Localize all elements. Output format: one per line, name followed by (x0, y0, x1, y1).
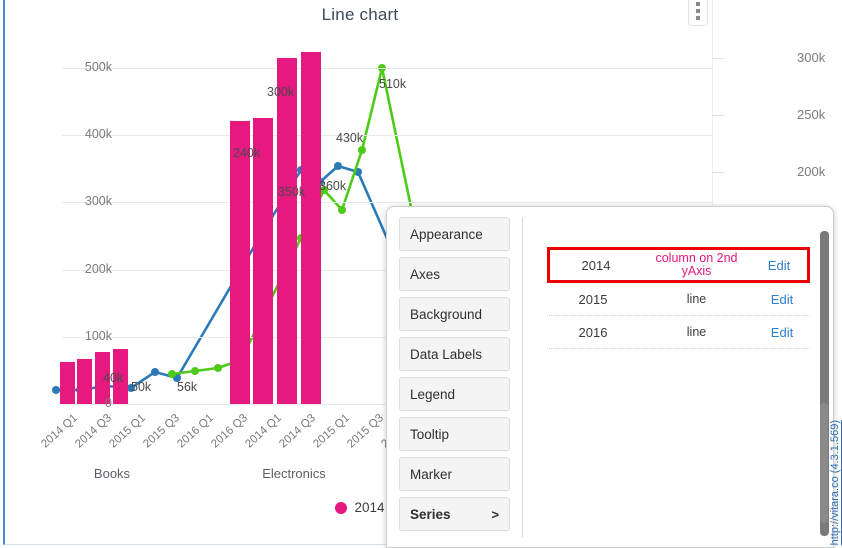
series-edit-link[interactable]: Edit (754, 325, 810, 340)
settings-menu-item-label: Marker (410, 466, 453, 482)
series-name: 2014 (581, 257, 611, 273)
settings-menu-item-marker[interactable]: Marker (399, 457, 510, 491)
gridline (62, 68, 712, 69)
settings-menu-item-label: Legend (410, 386, 456, 402)
page-scrollbar[interactable] (820, 403, 828, 523)
kebab-menu-icon[interactable] (688, 0, 708, 26)
x-axis-group-label: Books (93, 466, 131, 481)
settings-menu-item-label: Series (410, 506, 451, 522)
data-point-label: 50k (131, 380, 152, 394)
settings-menu-item-data-labels[interactable]: Data Labels (399, 337, 510, 371)
series-edit-link[interactable]: Edit (754, 292, 810, 307)
data-point-marker[interactable] (358, 146, 366, 154)
y-axis-left-tick: 300k (84, 194, 112, 209)
data-point-label: 510k (379, 77, 407, 91)
settings-menu-item-label: Axes (410, 266, 441, 282)
data-point-marker[interactable] (214, 364, 222, 372)
legend-item[interactable]: 2014 (335, 500, 385, 515)
y-axis-left-tick: 0 (105, 396, 112, 410)
y-axis-left-tick: 400k (84, 127, 112, 142)
settings-menu-item-tooltip[interactable]: Tooltip (399, 417, 510, 451)
bar-column[interactable] (277, 58, 297, 404)
data-point-label: 350k (278, 185, 306, 199)
chart-settings-panel: Appearance Axes Background Data Labels Legen… (386, 206, 834, 548)
series-type: column on 2nd yAxis (655, 251, 738, 278)
settings-menu-item-label: Tooltip (410, 426, 450, 442)
data-point-marker[interactable] (338, 206, 346, 214)
chart-editor-screen: Line chart 0 100k 200k 300k 400k 500k 200k 250… (0, 0, 842, 548)
page-title: Line chart (321, 5, 399, 24)
y-axis-right-tick: 300k (797, 50, 826, 65)
data-point-label: 240k (233, 146, 261, 160)
y-axis-right-tickmark (712, 172, 724, 173)
series-name: 2016 (578, 324, 608, 340)
settings-menu-item-appearance[interactable]: Appearance (399, 217, 510, 251)
y-axis-right-tick: 200k (797, 164, 826, 179)
series-type: line (686, 291, 707, 306)
data-point-label: 40k (103, 371, 124, 385)
settings-menu-item-background[interactable]: Background (399, 297, 510, 331)
settings-menu-item-legend[interactable]: Legend (399, 377, 510, 411)
y-axis-right-tickmark (712, 58, 724, 59)
bar-column[interactable] (301, 52, 321, 404)
data-point-marker[interactable] (334, 162, 342, 170)
legend-label: 2014 (354, 500, 385, 515)
x-axis-group-label: Electronics (262, 466, 326, 481)
settings-menu-item-label: Background (410, 306, 483, 322)
vitara-watermark-link[interactable]: http://vitara.co (4.3.1.569) (829, 420, 841, 545)
gridline (62, 135, 712, 137)
data-point-marker[interactable] (52, 386, 60, 394)
data-point-label: 56k (177, 380, 198, 394)
data-point-label: 300k (267, 85, 295, 99)
gridline (62, 202, 712, 204)
data-point-marker[interactable] (191, 367, 199, 375)
series-type: line (686, 324, 707, 339)
y-axis-left-tick: 500k (84, 60, 112, 74)
series-table-row[interactable]: 2016 line Edit (547, 316, 810, 349)
settings-menu-item-axes[interactable]: Axes (399, 257, 510, 291)
legend-swatch-icon (335, 501, 348, 514)
settings-menu-item-series[interactable]: Series > (399, 497, 510, 531)
data-point-label: 430k (336, 131, 364, 145)
y-axis-left-tick: 100k (84, 328, 112, 343)
settings-menu-item-label: Data Labels (410, 346, 483, 362)
bar-column[interactable] (253, 118, 273, 404)
y-axis-left-tick: 200k (84, 261, 112, 276)
series-table-row[interactable]: 2014 column on 2nd yAxis Edit (547, 247, 810, 283)
data-point-marker[interactable] (168, 370, 176, 378)
series-edit-link[interactable]: Edit (751, 258, 807, 273)
series-table-row[interactable]: 2015 line Edit (547, 283, 810, 316)
settings-menu-list: Appearance Axes Background Data Labels Legen… (399, 217, 523, 537)
settings-menu-item-label: Appearance (410, 226, 483, 242)
data-point-marker[interactable] (151, 368, 159, 376)
y-axis-right-tickmark (712, 115, 724, 116)
series-name: 2015 (578, 291, 608, 307)
y-axis-right-tick: 250k (797, 107, 826, 122)
series-table: 2014 column on 2nd yAxis Edit 2015 line Edit 2… (547, 247, 810, 349)
chevron-right-icon: > (491, 506, 499, 522)
data-point-label: 360k (319, 179, 347, 193)
bar-column[interactable] (230, 120, 250, 404)
